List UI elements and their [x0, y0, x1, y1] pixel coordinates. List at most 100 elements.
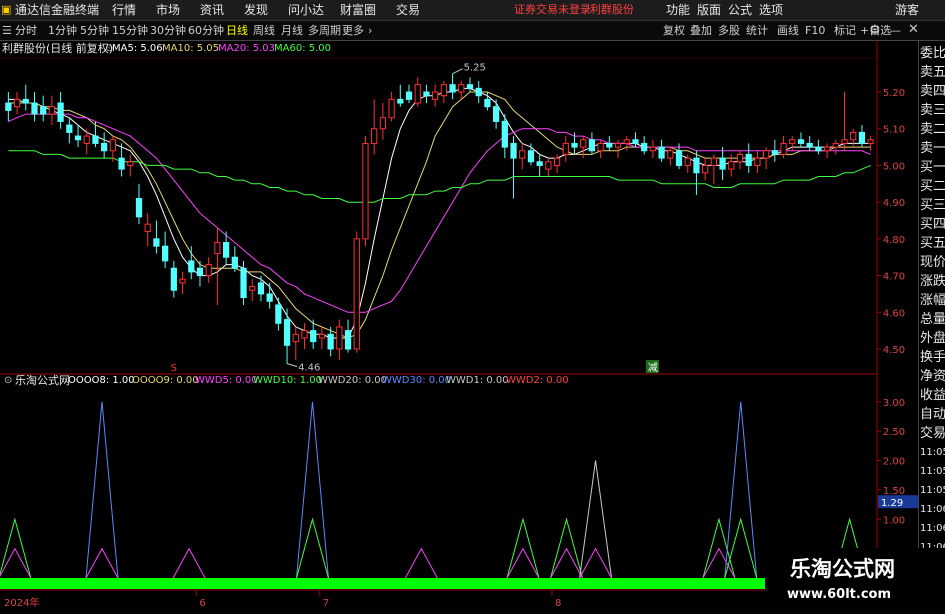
menu-item[interactable]: 资讯	[200, 2, 224, 18]
period-tab[interactable]: 更多	[342, 23, 364, 39]
quote-field-label[interactable]: 11:06	[920, 500, 945, 519]
toolbar-button[interactable]: 多股	[718, 23, 740, 39]
period-tab[interactable]: 30分钟	[150, 23, 186, 39]
user-menu[interactable]: 游客	[895, 2, 919, 18]
quote-field-label[interactable]: 现价	[920, 253, 945, 272]
menu-item[interactable]: 行情	[112, 2, 136, 18]
candle-body	[771, 150, 778, 155]
period-tab[interactable]: 周线	[253, 23, 275, 39]
quote-field-label[interactable]: 外盘	[920, 329, 945, 348]
quote-field-label[interactable]: 11:06	[920, 519, 945, 538]
menu-item-right[interactable]: 功能	[666, 2, 690, 18]
quote-field-label[interactable]: 买一	[920, 158, 945, 177]
quote-field-label[interactable]: 买三	[920, 196, 945, 215]
candle-body	[797, 139, 805, 144]
period-tab[interactable]: 月线	[281, 23, 303, 39]
quote-field-label[interactable]: 涨跌	[920, 272, 945, 291]
signal-spike-wwd5	[550, 547, 583, 579]
toolbar-button[interactable]: 叠加	[690, 23, 712, 39]
menu-item-right[interactable]: 版面	[697, 2, 721, 18]
close-icon[interactable]: ✕	[908, 22, 919, 38]
toolbar: 分时 1分钟 5分钟 15分钟 30分钟 60分钟 日线 周线 月线 多周期 更多 ☰ › ⚙ — ✕ …	[0, 21, 945, 41]
stock-name-menu[interactable]: 利群股份	[590, 2, 634, 18]
quote-field-label[interactable]: 买二	[920, 177, 945, 196]
toolbar-button[interactable]: 复权	[663, 23, 685, 39]
period-tab[interactable]: 分时	[15, 23, 37, 39]
quote-field-label[interactable]: 卖一	[920, 139, 945, 158]
period-tab[interactable]: 5分钟	[80, 23, 109, 39]
menu-item-right[interactable]: 公式	[728, 2, 752, 18]
candle-body	[606, 142, 613, 148]
high-price-label: 5.25	[464, 63, 486, 74]
menu-item-right[interactable]: 选项	[759, 2, 783, 18]
menu-item[interactable]: 交易	[396, 2, 420, 18]
candle-body	[310, 330, 317, 343]
candle-body	[301, 330, 308, 339]
menu-item[interactable]: 发现	[244, 2, 268, 18]
main-chart[interactable]: 5.20 5.10 5.00 4.90 4.80 4.70 4.60 4.50 5.25 4.46…	[0, 41, 918, 375]
period-menu-icon[interactable]: ☰	[2, 23, 12, 39]
price-chart-svg: 5.205.105.004.904.804.704.604.505.254.46…	[0, 41, 905, 375]
candle-body	[823, 146, 831, 152]
quote-field-label[interactable]: 卖五	[920, 63, 945, 82]
candle-body	[789, 139, 796, 144]
candle-body	[719, 157, 726, 170]
period-tab[interactable]: 15分钟	[112, 23, 148, 39]
quote-field-label[interactable]: 卖四	[920, 82, 945, 101]
quote-field-label[interactable]: 委比	[920, 44, 945, 63]
signal-spike-wwd5	[702, 547, 736, 579]
menu-item[interactable]: 问小达	[288, 2, 324, 18]
quote-field-label[interactable]: 11:05	[920, 481, 945, 500]
candle-body	[815, 146, 822, 152]
indicator-options-icon[interactable]: ⊙	[4, 373, 12, 389]
candle-body	[858, 131, 866, 144]
period-tab[interactable]: 日线	[226, 23, 248, 39]
menu-bar: ▣ 通达信金融终端 行情 市场 资讯 发现 问小达 财富圈 交易 证券交易未登录 利群股份 …	[0, 0, 945, 21]
price-tick-label: 5.10	[883, 125, 905, 136]
quote-field-label[interactable]: 涨幅	[920, 291, 945, 310]
quote-field-label[interactable]: 净资	[920, 367, 945, 386]
period-tab[interactable]: 多周期	[308, 23, 341, 39]
indicator-tick-label: 2.50	[883, 427, 905, 438]
candle-body	[850, 131, 857, 141]
period-tab[interactable]: 1分钟	[48, 23, 77, 39]
menu-item[interactable]: 财富圈	[340, 2, 376, 18]
candle-body	[614, 142, 622, 148]
indicator-label: OOOO9: 0.00	[132, 375, 199, 386]
quote-field-label[interactable]: 卖三	[920, 101, 945, 120]
candle-body	[5, 102, 12, 111]
toolbar-button[interactable]: 标记	[834, 23, 856, 39]
quote-field-label[interactable]: 11:05	[920, 462, 945, 481]
candle-body	[658, 146, 665, 159]
quote-field-label[interactable]: 卖二	[920, 120, 945, 139]
candle-body	[388, 98, 395, 119]
price-tick-label: 5.20	[883, 88, 905, 99]
time-tick-label: 8	[555, 598, 561, 609]
menu-item[interactable]: 市场	[156, 2, 180, 18]
more-chevron-icon[interactable]: ›	[368, 23, 372, 39]
candle-body	[736, 153, 744, 163]
toolbar-button[interactable]: 统计	[746, 23, 768, 39]
signal-baseline-bar	[0, 578, 765, 589]
minimize-icon[interactable]: —	[890, 23, 901, 39]
candle-body	[545, 161, 552, 170]
toolbar-button[interactable]: 画线	[777, 23, 799, 39]
quote-field-label[interactable]: 总量	[920, 310, 945, 329]
toolbar-button[interactable]: +自选	[860, 23, 891, 39]
indicator-label: WWD20: 0.00	[318, 375, 388, 386]
quote-field-label[interactable]: 交易	[920, 424, 945, 443]
trade-status[interactable]: 证券交易未登录	[514, 2, 591, 18]
quote-field-label[interactable]: 自动	[920, 405, 945, 424]
quote-field-label[interactable]: 换手	[920, 348, 945, 367]
toolbar-button[interactable]: F10	[805, 23, 825, 39]
period-tab[interactable]: 60分钟	[188, 23, 224, 39]
candle-body	[562, 142, 569, 155]
candle-body	[754, 157, 761, 166]
quote-field-label[interactable]: 买五	[920, 234, 945, 253]
quote-field-label[interactable]: 11:05	[920, 443, 945, 462]
price-tick-label: 4.90	[883, 198, 905, 209]
quote-field-label[interactable]: 买四	[920, 215, 945, 234]
indicator-tick-label: 3.00	[883, 398, 905, 409]
candle-body	[362, 142, 369, 240]
quote-field-label[interactable]: 收益	[920, 386, 945, 405]
